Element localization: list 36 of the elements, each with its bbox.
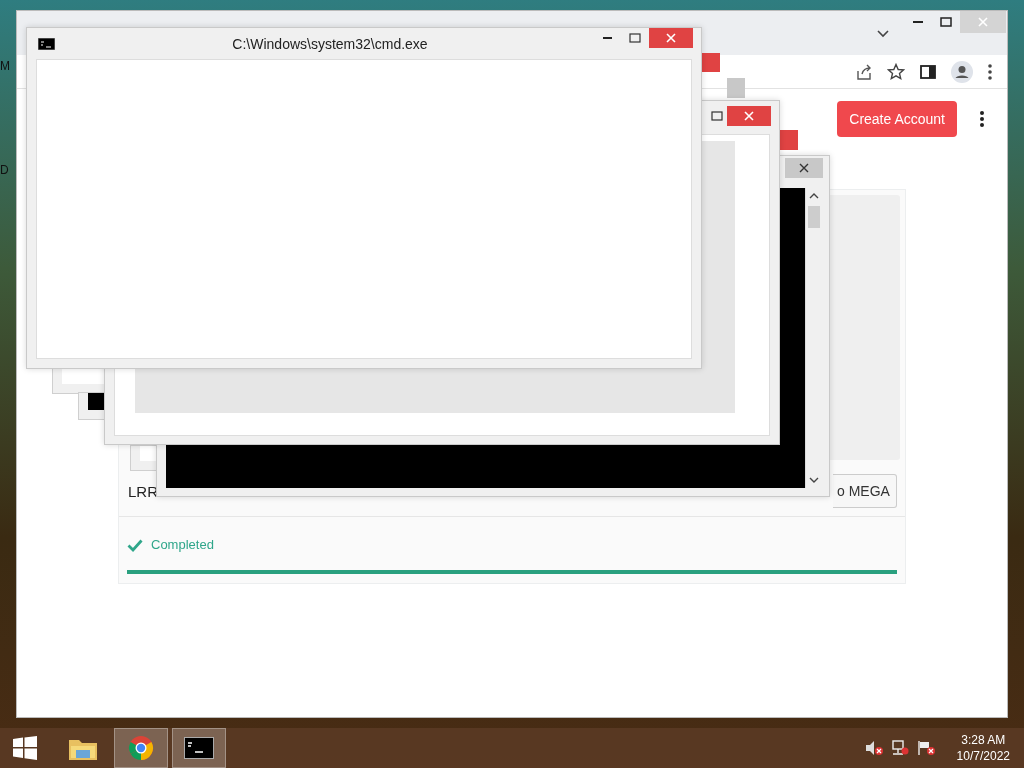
console-icon <box>184 737 214 759</box>
minimize-icon <box>602 37 612 39</box>
flag-icon[interactable] <box>916 740 935 756</box>
scroll-up-icon[interactable] <box>809 192 819 200</box>
sidebar-icon[interactable] <box>919 62 937 81</box>
network-icon[interactable] <box>890 740 909 756</box>
taskbar-app-button[interactable] <box>172 728 226 768</box>
maximize-icon <box>940 17 952 27</box>
close-icon <box>799 163 809 173</box>
windows-logo-icon <box>12 735 38 761</box>
close-icon <box>666 33 676 43</box>
minimize-icon <box>913 21 923 23</box>
menu-icon[interactable] <box>979 110 985 128</box>
window-title: C:\Windows\system32\cmd.exe <box>231 35 429 52</box>
mega-button[interactable]: o MEGA <box>833 474 897 508</box>
status-text: Completed <box>151 537 214 552</box>
close-icon <box>744 111 754 121</box>
create-account-button[interactable]: Create Account <box>837 101 957 137</box>
file-name: LRR <box>128 482 158 500</box>
close-icon <box>977 16 989 28</box>
console-icon <box>38 37 55 50</box>
scroll-down-icon[interactable] <box>809 476 819 484</box>
scroll-thumb[interactable] <box>808 206 820 228</box>
star-icon[interactable] <box>887 62 905 81</box>
chevron-icon[interactable] <box>876 29 890 39</box>
share-icon[interactable] <box>855 62 873 81</box>
check-icon <box>127 537 143 552</box>
clock-time[interactable]: 3:28 AM <box>961 732 1006 748</box>
maximize-icon <box>629 33 641 43</box>
menu-icon[interactable] <box>987 62 993 81</box>
clock-date[interactable]: 10/7/2022 <box>956 748 1010 764</box>
maximize-icon <box>711 111 723 121</box>
muted-speaker-icon[interactable] <box>864 740 883 756</box>
close-button[interactable] <box>785 158 823 178</box>
chrome-icon <box>128 735 154 761</box>
profile-icon[interactable] <box>951 60 973 83</box>
